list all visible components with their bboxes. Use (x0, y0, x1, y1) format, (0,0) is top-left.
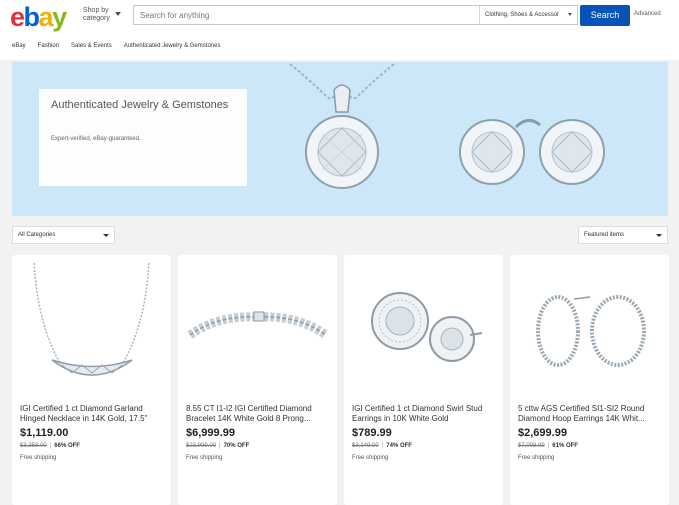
product-card[interactable]: IGI Certified 1 ct Diamond Garland Hinge… (12, 255, 171, 505)
product-card[interactable]: IGI Certified 1 ct Diamond Swirl Stud Ea… (344, 255, 503, 505)
sort-dropdown[interactable]: Featured items (578, 226, 668, 244)
banner-title: Authenticated Jewelry & Gemstones (51, 99, 229, 111)
product-price: $1,119.00 (20, 427, 69, 439)
product-title[interactable]: 8.55 CT I1-I2 IGI Certified Diamond Brac… (186, 404, 332, 424)
product-price: $2,699.99 (518, 427, 567, 439)
shipping-info: Free shipping (186, 455, 223, 461)
breadcrumb: eBay Fashion Sales & Events Authenticate… (12, 43, 220, 49)
search-category-select[interactable]: Clothing, Shoes & Accessor (479, 6, 578, 24)
sort-value: Featured items (584, 232, 625, 238)
breadcrumb-current: Authenticated Jewelry & Gemstones (123, 43, 221, 49)
chevron-down-icon (656, 234, 662, 237)
breadcrumb-ebay[interactable]: eBay (12, 43, 26, 49)
product-price: $6,999.99 (186, 427, 235, 439)
diamond-stud-earrings-image (459, 119, 605, 185)
search-category-value: Clothing, Shoes & Accessor (485, 12, 560, 18)
hoop-earrings-image (536, 295, 646, 367)
advanced-search-link[interactable]: Advanced (634, 11, 661, 17)
product-card[interactable]: 5 cttw AGS Certified SI1-SI2 Round Diamo… (510, 255, 669, 505)
header: ebay Shop by category Clothing, Shoes & … (0, 0, 679, 60)
category-filter-dropdown[interactable]: All Categories (12, 226, 115, 244)
category-filter-value: All Categories (18, 232, 56, 238)
stud-earrings-image (371, 292, 483, 362)
product-title[interactable]: 5 cttw AGS Certified SI1-SI2 Round Diamo… (518, 404, 664, 424)
shop-by-category-button[interactable]: Shop by category (83, 7, 123, 23)
chevron-down-icon (115, 12, 121, 16)
chevron-down-icon (568, 13, 572, 16)
banner-subtitle: Expert-verified, eBay-guaranteed. (51, 136, 141, 142)
category-label: category (83, 15, 110, 22)
search-bar: Clothing, Shoes & Accessor (133, 5, 578, 25)
product-title[interactable]: IGI Certified 1 ct Diamond Swirl Stud Ea… (352, 404, 498, 424)
breadcrumb-sales-events[interactable]: Sales & Events (71, 43, 112, 49)
product-price: $789.99 (352, 427, 392, 439)
product-original-price: $3,149.00 | 74% OFF (352, 443, 412, 449)
product-original-price: $23,999.00 | 70% OFF (186, 443, 250, 449)
product-title[interactable]: IGI Certified 1 ct Diamond Garland Hinge… (20, 404, 166, 424)
product-card[interactable]: 8.55 CT I1-I2 IGI Certified Diamond Brac… (178, 255, 337, 505)
chevron-down-icon (103, 234, 109, 237)
diamond-pendant-image (289, 63, 395, 189)
product-original-price: $3,358.00 | 66% OFF (20, 443, 80, 449)
search-input[interactable] (134, 6, 474, 24)
ebay-logo[interactable]: ebay (10, 3, 67, 31)
breadcrumb-fashion[interactable]: Fashion (38, 43, 59, 49)
bracelet-image (187, 311, 329, 339)
shipping-info: Free shipping (352, 455, 389, 461)
hero-banner: Authenticated Jewelry & Gemstones Expert… (12, 62, 668, 216)
banner-card: Authenticated Jewelry & Gemstones Expert… (39, 89, 247, 186)
search-button[interactable]: Search (580, 5, 630, 26)
necklace-image (33, 262, 150, 376)
product-original-price: $7,098.99 | 61% OFF (518, 443, 578, 449)
shipping-info: Free shipping (20, 455, 57, 461)
shipping-info: Free shipping (518, 455, 555, 461)
